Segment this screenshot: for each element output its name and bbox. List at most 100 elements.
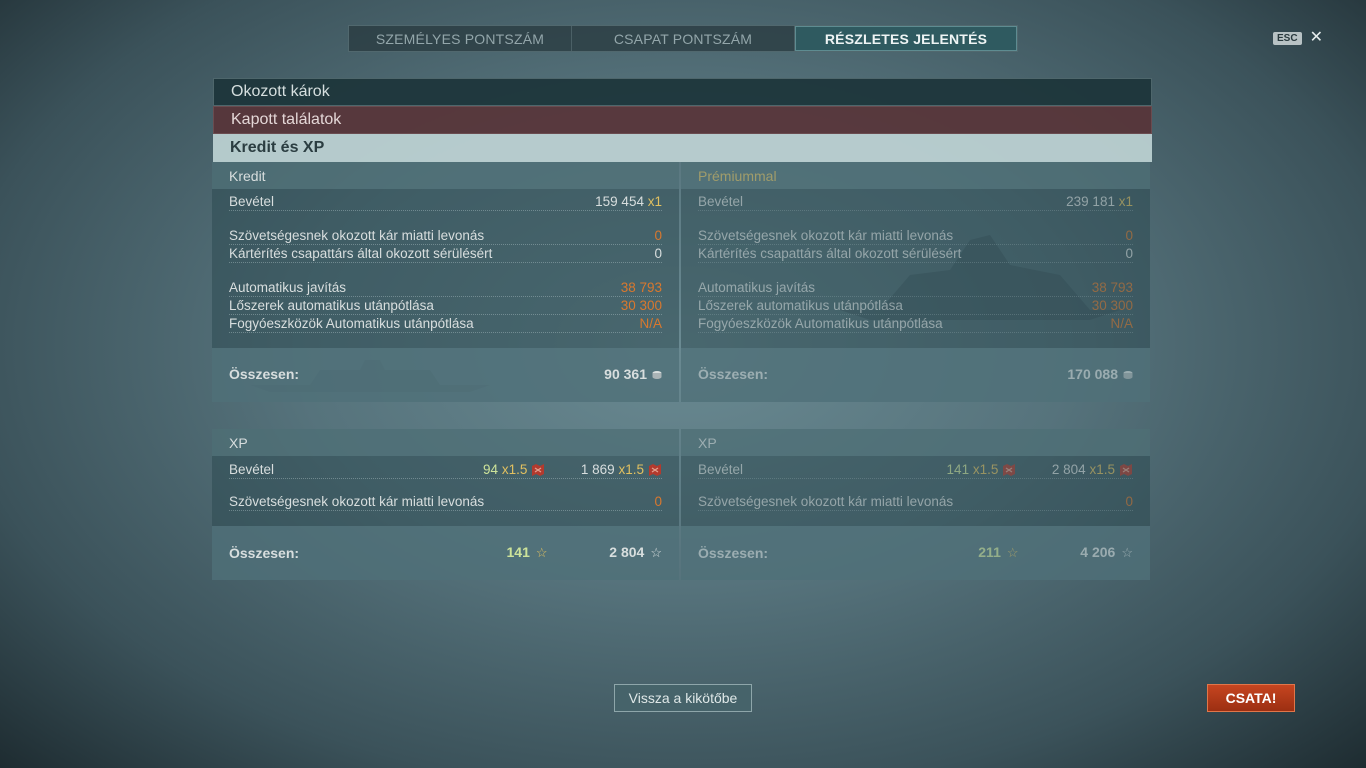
xp-premium-heading: XP: [681, 429, 1150, 456]
premium-income-label: Bevétel: [698, 194, 744, 209]
credit-compensation-label: Kártérítés csapattárs által okozott sérü…: [229, 246, 493, 261]
xp-premium-income-row: Bevétel 141 x1.5 2 804 x1.5: [698, 457, 1133, 479]
credit-coin-icon: [1123, 371, 1133, 379]
xp-premium-total-label: Összesen:: [698, 544, 769, 561]
xp-panel: XP Bevétel 94 x1.5 1 869 x1.5 Szövetsége…: [212, 429, 679, 580]
credit-coin-icon: [652, 371, 662, 379]
xp-premium-ally-damage-row: Szövetségesnek okozott kár miatti levoná…: [698, 493, 1133, 511]
premium-total-row: Összesen: 170 088: [698, 366, 1133, 382]
xp-premium-ally-damage-value: 0: [1125, 494, 1133, 509]
xp-premium-total-sum: 4 206 ☆: [1080, 544, 1133, 560]
premium-repair-row: Automatikus javítás 38 793: [698, 279, 1133, 297]
premium-heading-label: Prémiummal: [698, 167, 777, 184]
xp-income-values: 94 x1.5 1 869 x1.5: [483, 462, 662, 478]
xp-total-label: Összesen:: [229, 544, 300, 561]
credit-ammo-row: Lőszerek automatikus utánpótlása 30 300: [229, 297, 662, 315]
premium-repair-value: 38 793: [1091, 280, 1133, 295]
back-to-port-button[interactable]: Vissza a kikötőbe: [614, 684, 752, 712]
xp-total-sum: 2 804 ☆: [609, 544, 662, 560]
premium-compensation-row: Kártérítés csapattárs által okozott sérü…: [698, 245, 1133, 263]
premium-consumables-value: N/A: [1110, 316, 1133, 331]
premium-total-value-wrap: 170 088: [1067, 366, 1133, 382]
xp-income-label: Bevétel: [229, 462, 275, 477]
premium-ally-damage-label: Szövetségesnek okozott kár miatti levoná…: [698, 228, 954, 243]
section-hits-received[interactable]: Kapott találatok: [213, 106, 1152, 134]
xp-premium-panel: XP Bevétel 141 x1.5 2 804 x1.5 Szövetség…: [681, 429, 1150, 580]
section-credit-xp-label: Kredit és XP: [230, 139, 325, 156]
esc-key-badge: ESC: [1273, 31, 1302, 45]
xp-heading-label: XP: [229, 434, 248, 451]
premium-total-label: Összesen:: [698, 366, 769, 382]
xp-star-icon: ☆: [535, 545, 548, 560]
credit-consumables-row: Fogyóeszközök Automatikus utánpótlása N/…: [229, 315, 662, 333]
section-damage-label: Okozott károk: [231, 83, 330, 100]
credit-total-value-wrap: 90 361: [604, 366, 662, 382]
premium-heading: Prémiummal: [681, 162, 1150, 189]
credit-ally-damage-value: 0: [654, 228, 662, 243]
xp-income-total: 1 869 x1.5: [581, 462, 662, 477]
tab-personal-score[interactable]: SZEMÉLYES PONTSZÁM: [349, 26, 572, 51]
xp-premium-total-base: 211 ☆: [978, 544, 1019, 560]
credit-compensation-value: 0: [654, 246, 662, 261]
xp-total-base: 141 ☆: [506, 544, 548, 560]
battle-button[interactable]: CSATA!: [1207, 684, 1295, 712]
premium-credit-panel: Prémiummal Bevétel 239 181 x1 Szövetsége…: [681, 162, 1150, 402]
tab-team-score[interactable]: CSAPAT PONTSZÁM: [572, 26, 795, 51]
credit-total-label: Összesen:: [229, 366, 300, 382]
xp-ally-damage-label: Szövetségesnek okozott kár miatti levoná…: [229, 494, 485, 509]
xp-income-base: 94 x1.5: [483, 462, 545, 477]
xp-star-icon: ☆: [650, 545, 662, 560]
credit-total-value: 90 361: [604, 366, 647, 382]
credit-total-box: Összesen: 90 361: [212, 348, 679, 402]
credit-income-row: Bevétel 159 454 x1: [229, 193, 662, 211]
close-report-button[interactable]: ESC ✕: [1273, 30, 1323, 46]
section-credit-xp[interactable]: Kredit és XP: [213, 134, 1152, 162]
credit-ally-damage-row: Szövetségesnek okozott kár miatti levoná…: [229, 227, 662, 245]
credit-consumables-label: Fogyóeszközök Automatikus utánpótlása: [229, 316, 474, 331]
credit-heading-label: Kredit: [229, 167, 266, 184]
xp-total-row: Összesen: 141 ☆ 2 804 ☆: [229, 544, 662, 561]
xp-income-row: Bevétel 94 x1.5 1 869 x1.5: [229, 457, 662, 479]
credit-ammo-label: Lőszerek automatikus utánpótlása: [229, 298, 434, 313]
credit-total-row: Összesen: 90 361: [229, 366, 662, 382]
premium-ally-damage-row: Szövetségesnek okozott kár miatti levoná…: [698, 227, 1133, 245]
xp-ally-damage-value: 0: [654, 494, 662, 509]
premium-income-row: Bevétel 239 181 x1: [698, 193, 1133, 211]
premium-ally-damage-value: 0: [1125, 228, 1133, 243]
credit-ammo-value: 30 300: [620, 298, 662, 313]
signal-flag-icon: [1120, 463, 1132, 476]
premium-total-box: Összesen: 170 088: [681, 348, 1150, 402]
signal-flag-icon: [532, 463, 545, 476]
xp-star-icon: ☆: [1121, 545, 1133, 560]
section-damage-dealt[interactable]: Okozott károk: [213, 78, 1152, 106]
credit-repair-row: Automatikus javítás 38 793: [229, 279, 662, 297]
xp-premium-income-values: 141 x1.5 2 804 x1.5: [947, 462, 1133, 478]
premium-consumables-row: Fogyóeszközök Automatikus utánpótlása N/…: [698, 315, 1133, 333]
credit-repair-label: Automatikus javítás: [229, 280, 347, 295]
xp-premium-heading-label: XP: [698, 434, 717, 451]
premium-total-value: 170 088: [1067, 366, 1118, 382]
premium-ammo-row: Lőszerek automatikus utánpótlása 30 300: [698, 297, 1133, 315]
section-hits-label: Kapott találatok: [231, 111, 342, 128]
xp-premium-total-values: 211 ☆ 4 206 ☆: [978, 544, 1133, 561]
credit-heading: Kredit: [212, 162, 679, 189]
credit-repair-value: 38 793: [620, 280, 662, 295]
premium-compensation-label: Kártérítés csapattárs által okozott sérü…: [698, 246, 962, 261]
xp-heading: XP: [212, 429, 679, 456]
credit-consumables-value: N/A: [639, 316, 662, 331]
credit-ally-damage-label: Szövetségesnek okozott kár miatti levoná…: [229, 228, 485, 243]
xp-premium-income-total: 2 804 x1.5: [1052, 462, 1133, 477]
premium-compensation-value: 0: [1125, 246, 1133, 261]
xp-premium-income-base: 141 x1.5: [947, 462, 1017, 477]
credit-income-label: Bevétel: [229, 194, 275, 209]
close-icon[interactable]: ✕: [1310, 30, 1323, 46]
tab-detailed-report[interactable]: RÉSZLETES JELENTÉS: [795, 26, 1017, 51]
premium-consumables-label: Fogyóeszközök Automatikus utánpótlása: [698, 316, 943, 331]
xp-premium-total-box: Összesen: 211 ☆ 4 206 ☆: [681, 526, 1150, 580]
credit-compensation-row: Kártérítés csapattárs által okozott sérü…: [229, 245, 662, 263]
xp-premium-ally-damage-label: Szövetségesnek okozott kár miatti levoná…: [698, 494, 954, 509]
premium-ammo-label: Lőszerek automatikus utánpótlása: [698, 298, 903, 313]
xp-star-icon: ☆: [1006, 545, 1019, 560]
premium-repair-label: Automatikus javítás: [698, 280, 816, 295]
xp-ally-damage-row: Szövetségesnek okozott kár miatti levoná…: [229, 493, 662, 511]
